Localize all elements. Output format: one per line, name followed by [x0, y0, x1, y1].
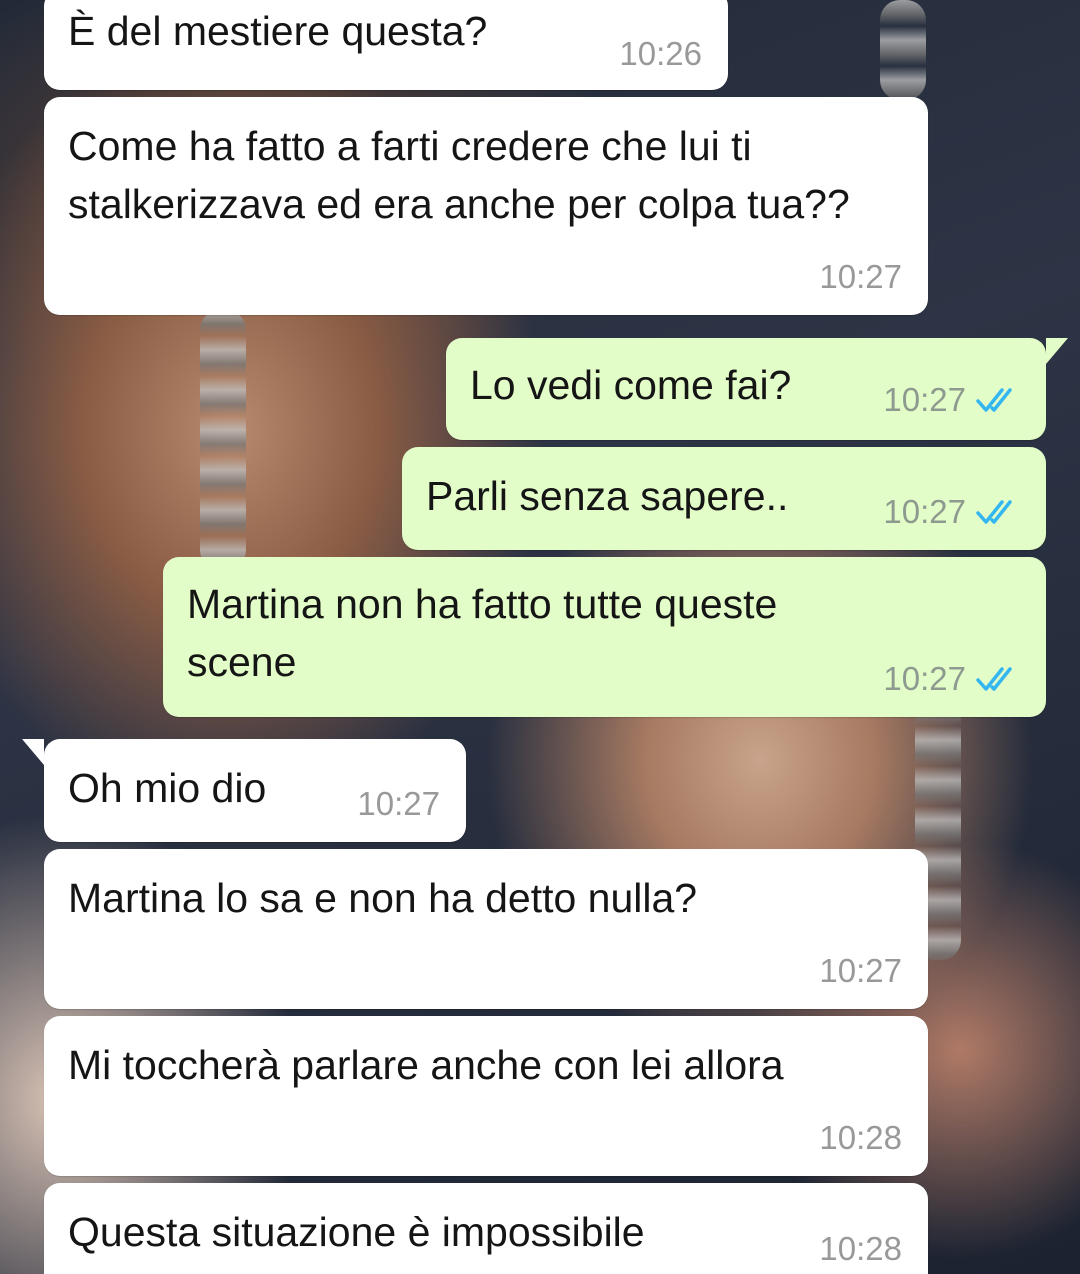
message-meta: 10:28: [819, 1229, 902, 1269]
message-meta: 10:27: [883, 492, 1020, 532]
message-meta: 10:27: [819, 951, 902, 991]
message-bubble-incoming[interactable]: Oh mio dio 10:27: [22, 739, 466, 842]
message-list[interactable]: È del mestiere questa? 10:26 Come ha fat…: [0, 0, 1080, 1274]
message-bubble-outgoing[interactable]: Martina non ha fatto tutte queste scene …: [163, 557, 1046, 717]
message-bubble-incoming[interactable]: È del mestiere questa? 10:26: [44, 0, 728, 90]
message-time: 10:27: [883, 660, 966, 697]
message-time: 10:28: [819, 1119, 902, 1156]
message-time: 10:27: [819, 952, 902, 989]
message-text: Mi toccherà parlare anche con lei allora: [68, 1042, 784, 1088]
message-time: 10:27: [883, 381, 966, 418]
message-text: Martina lo sa e non ha detto nulla?: [68, 875, 698, 921]
double-check-icon: [976, 500, 1012, 524]
message-bubble-incoming[interactable]: Come ha fatto a farti credere che lui ti…: [44, 97, 928, 315]
message-bubble-incoming[interactable]: Martina lo sa e non ha detto nulla? 10:2…: [44, 849, 928, 1009]
double-check-icon: [976, 667, 1012, 691]
message-meta: 10:27: [883, 659, 1020, 699]
message-time: 10:27: [357, 785, 440, 822]
message-meta: 10:27: [819, 257, 902, 297]
message-text: Come ha fatto a farti credere che lui ti…: [68, 123, 850, 227]
message-meta: 10:26: [619, 34, 702, 74]
message-time: 10:27: [819, 258, 902, 295]
message-bubble-incoming[interactable]: Questa situazione è impossibile 10:28: [44, 1183, 928, 1274]
message-time: 10:27: [883, 493, 966, 530]
double-check-icon: [976, 388, 1012, 412]
message-time: 10:28: [819, 1230, 902, 1267]
message-meta: 10:27: [357, 784, 440, 824]
message-meta: 10:27: [883, 380, 1020, 420]
message-time: 10:26: [619, 35, 702, 72]
message-text: Questa situazione è impossibile: [68, 1209, 645, 1255]
message-bubble-outgoing[interactable]: Parli senza sapere.. 10:27: [402, 447, 1046, 550]
message-bubble-incoming[interactable]: Mi toccherà parlare anche con lei allora…: [44, 1016, 928, 1176]
message-bubble-outgoing[interactable]: Lo vedi come fai? 10:27: [446, 338, 1068, 440]
message-meta: 10:28: [819, 1118, 902, 1158]
message-text: È del mestiere questa?: [68, 8, 488, 54]
